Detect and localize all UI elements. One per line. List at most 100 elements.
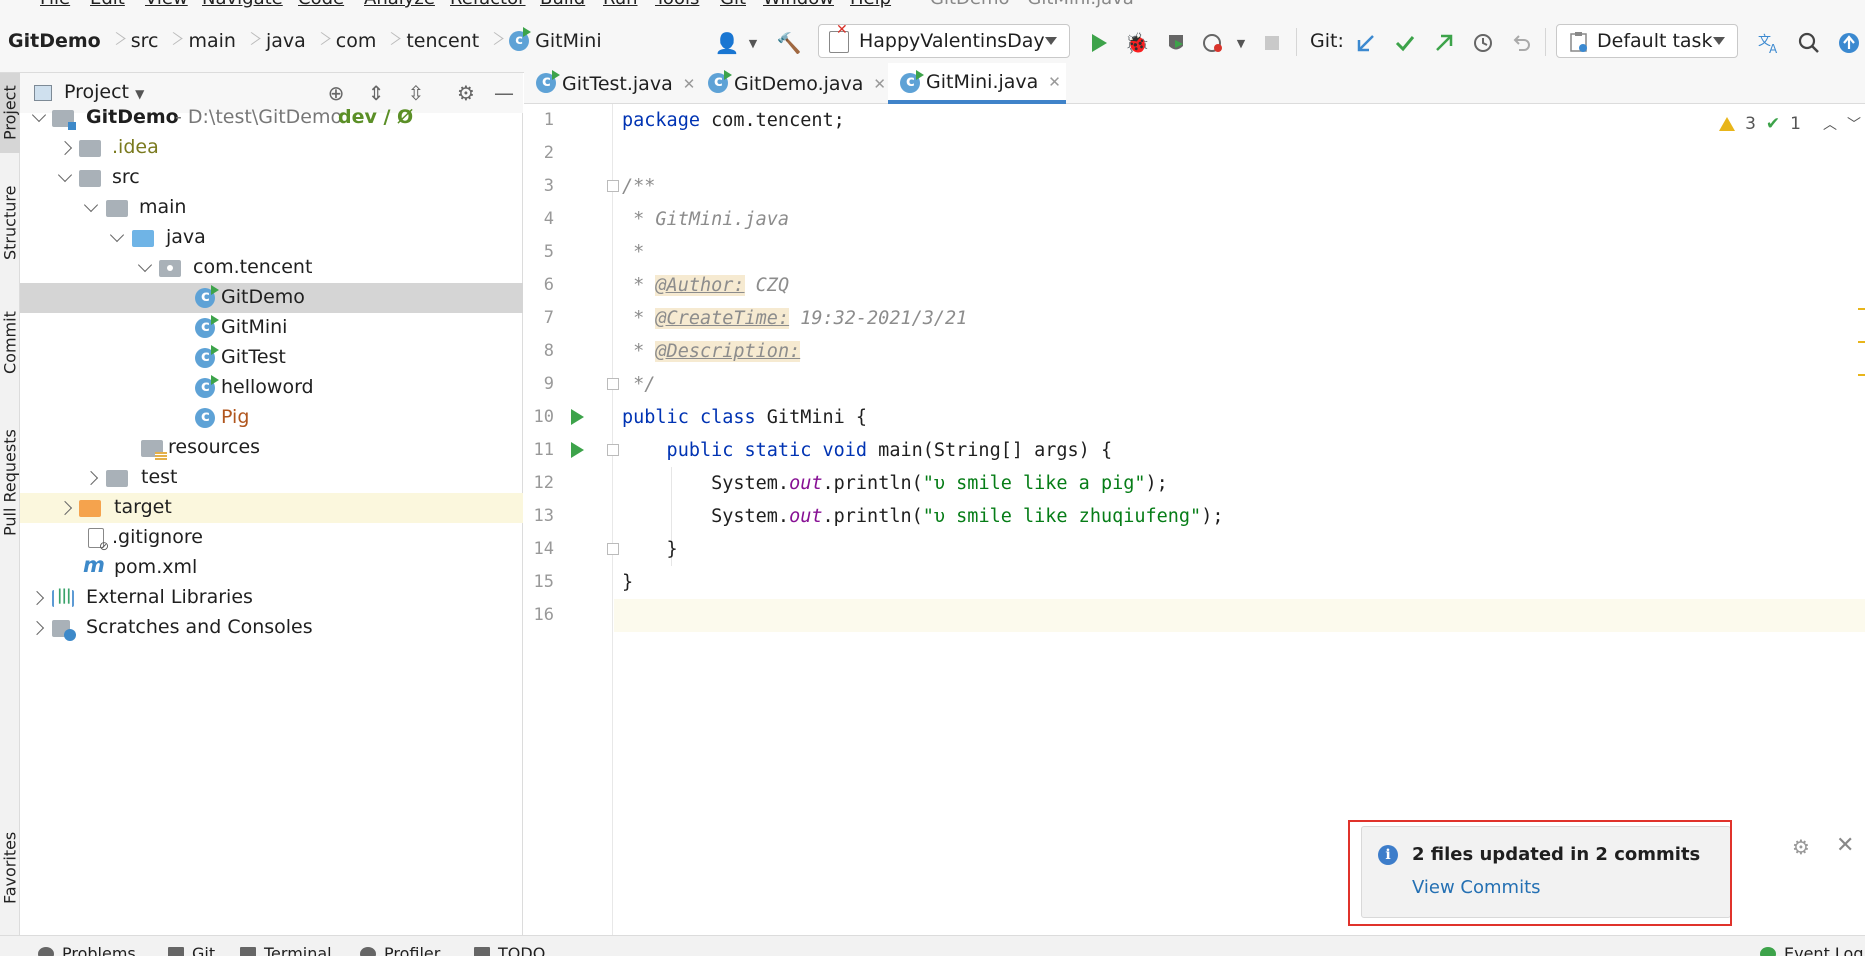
collapse-all-icon[interactable]: ⇳ [404,81,428,105]
tree-item-target[interactable]: target [20,493,523,523]
tool-tab-event-log[interactable]: Event Log [1760,944,1864,956]
translate-icon[interactable]: 文A [1757,30,1783,56]
gear-icon[interactable]: ⚙ [1792,835,1810,859]
tool-tab-problems[interactable]: Problems [38,944,136,956]
breadcrumb-com[interactable]: com [336,30,377,52]
inspection-widget[interactable]: 3 ✔ 1 ︿ ﹀ [1719,114,1865,134]
run-configuration-select[interactable]: HappyValentinsDay [818,22,1070,58]
warning-stripe-marker[interactable] [1858,341,1865,343]
debug-icon[interactable]: 🐞 [1124,30,1150,56]
git-commit-icon[interactable] [1392,30,1418,56]
menu-edit[interactable]: Edit [90,0,125,8]
close-icon[interactable]: ✕ [1048,73,1061,91]
tree-item-test[interactable]: test [20,463,523,493]
tool-tab-terminal[interactable]: Terminal [240,944,332,956]
fold-icon[interactable] [607,444,619,456]
tool-tab-commit[interactable]: Commit [0,293,20,393]
breadcrumb-java[interactable]: java [266,30,306,52]
tab-gitdemo[interactable]: GitDemo.java ✕ [696,63,886,104]
menu-build[interactable]: Build [540,0,585,8]
event-log-icon [1760,946,1776,956]
menu-file[interactable]: File [40,0,70,8]
tool-tab-structure[interactable]: Structure [0,173,20,273]
menu-git[interactable]: Git [720,0,746,8]
tool-tab-favorites[interactable]: Favorites [0,813,20,923]
history-clock-icon[interactable] [1470,30,1496,56]
locate-target-icon[interactable]: ⊕ [324,81,348,105]
tree-item-pig[interactable]: Pig [20,403,523,433]
menu-refactor[interactable]: Refactor [450,0,526,8]
code-editor[interactable]: 1 2 3 4 5 6 7 8 9 10 11 12 13 14 15 16 p… [524,104,1865,935]
tree-item-scratches[interactable]: Scratches and Consoles [20,613,523,643]
menu-navigate[interactable]: Navigate [202,0,283,8]
chevron-down-icon[interactable]: ▼ [740,30,766,56]
tool-tab-todo[interactable]: TODO [474,944,545,956]
project-view-select[interactable]: Project ▼ [64,81,144,103]
chevron-up-icon[interactable]: ︿ [1823,114,1837,134]
profiler-icon[interactable] [1200,30,1226,56]
menu-analyze[interactable]: Analyze [364,0,435,8]
menu-tools[interactable]: Tools [655,0,699,8]
run-gutter-icon[interactable] [571,442,584,458]
tool-tab-profiler[interactable]: Profiler [360,944,440,956]
minimize-icon[interactable]: — [492,81,516,105]
git-push-icon[interactable] [1431,30,1457,56]
breadcrumb-tencent[interactable]: tencent [406,30,479,52]
gear-icon[interactable]: ⚙ [454,81,478,105]
run-gutter-icon[interactable] [571,409,584,425]
breadcrumb-gitmini[interactable]: GitMini [535,30,601,52]
tree-item-idea[interactable]: .idea [20,133,523,163]
tree-item-gittest[interactable]: GitTest [20,343,523,373]
stop-icon[interactable] [1259,30,1285,56]
tree-item-gitignore[interactable]: .gitignore [20,523,523,553]
tree-item-main[interactable]: main [20,193,523,223]
rollback-icon[interactable] [1508,30,1534,56]
code-line-7: * @CreateTime: 19:32-2021/3/21 [622,308,968,329]
tree-item-root[interactable]: GitDemo - D:\test\GitDemo dev / Ø [20,103,523,133]
menu-window[interactable]: Window [763,0,834,8]
user-icon[interactable]: 👤 [714,30,740,56]
git-update-icon[interactable] [1353,30,1379,56]
run-icon[interactable] [1086,30,1112,56]
fold-icon[interactable] [607,180,619,192]
close-icon[interactable]: ✕ [1836,833,1854,858]
tree-item-pom[interactable]: pom.xml [20,553,523,583]
tree-item-gitmini[interactable]: GitMini [20,313,523,343]
tool-tab-project[interactable]: Project [0,73,20,153]
menu-help[interactable]: Help [850,0,891,8]
tool-tab-pull-requests[interactable]: Pull Requests [0,413,20,553]
tool-tab-git[interactable]: Git [168,944,215,956]
task-select[interactable]: Default task [1556,24,1738,58]
tab-gittest[interactable]: GitTest.java ✕ [524,63,695,104]
excluded-folder-icon [79,500,101,517]
breadcrumb-src[interactable]: src [131,30,159,52]
search-icon[interactable] [1796,30,1822,56]
tab-gitmini[interactable]: GitMini.java ✕ [888,63,1066,104]
expand-all-icon[interactable]: ⇕ [364,81,388,105]
tree-item-com-tencent[interactable]: com.tencent [20,253,523,283]
menu-code[interactable]: Code [298,0,344,8]
tree-item-gitdemo[interactable]: GitDemo [20,283,523,313]
warning-stripe-marker[interactable] [1858,308,1865,310]
tree-item-external-libraries[interactable]: External Libraries [20,583,523,613]
menu-run[interactable]: Run [603,0,638,8]
fold-icon[interactable] [607,378,619,390]
tree-item-resources[interactable]: resources [20,433,523,463]
tree-item-java[interactable]: java [20,223,523,253]
chevron-down-icon[interactable]: ﹀ [1847,114,1861,134]
close-icon[interactable]: ✕ [873,75,886,93]
chevron-right-icon [489,26,499,56]
update-arrow-icon[interactable] [1836,30,1862,56]
close-icon[interactable]: ✕ [683,75,696,93]
coverage-icon[interactable] [1163,30,1189,56]
warning-stripe-marker[interactable] [1858,374,1865,376]
breadcrumb-project[interactable]: GitDemo [8,30,101,52]
fold-icon[interactable] [607,543,619,555]
menu-view[interactable]: View [145,0,188,8]
chevron-down-icon[interactable]: ▼ [1228,30,1254,56]
tree-item-src[interactable]: src [20,163,523,193]
git-label: Git: [1310,30,1344,52]
breadcrumb-main[interactable]: main [188,30,235,52]
tree-item-helloword[interactable]: helloword [20,373,523,403]
build-hammer-icon[interactable]: 🔨 [776,30,802,56]
